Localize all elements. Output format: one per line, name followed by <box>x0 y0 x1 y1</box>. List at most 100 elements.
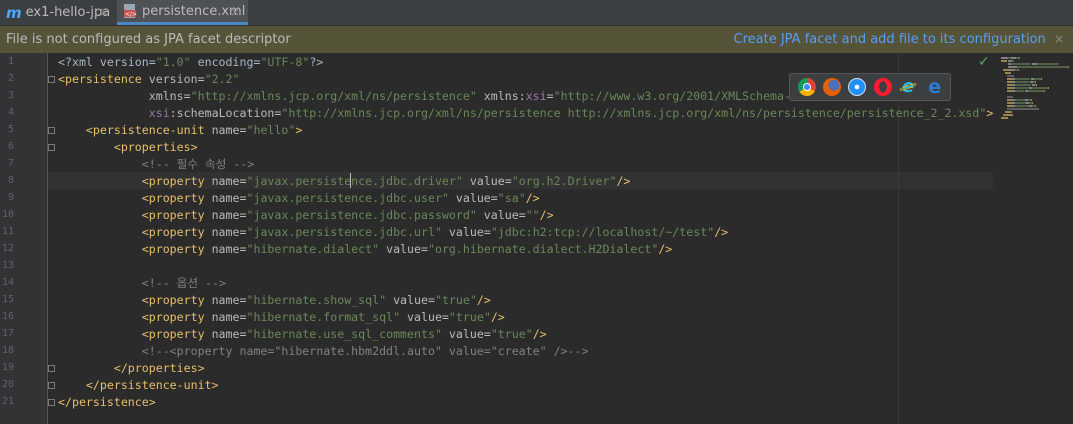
code-line[interactable]: <!-- 옵션 --> <box>58 275 226 292</box>
code-line[interactable]: <property name="javax.persistence.jdbc.u… <box>58 190 540 207</box>
code-line[interactable]: <property name="javax.persistence.jdbc.u… <box>58 224 728 241</box>
create-jpa-facet-link[interactable]: Create JPA facet and add file to its con… <box>734 32 1046 47</box>
code-line[interactable]: xmlns="http://xmlns.jcp.org/xml/ns/persi… <box>58 88 854 105</box>
code-token: /> <box>714 225 729 239</box>
code-token: "hello" <box>246 123 296 137</box>
code-line[interactable]: <properties> <box>58 139 198 156</box>
minimap-stroke <box>1014 84 1031 86</box>
minimap-stroke <box>1003 69 1012 71</box>
minimap-stroke <box>1007 84 1012 86</box>
minimap-stroke <box>1018 69 1019 71</box>
minimap-stroke <box>1010 63 1031 65</box>
close-tab-icon[interactable]: × <box>99 5 109 19</box>
minimap-stroke <box>1007 105 1012 107</box>
code-line[interactable]: <property name="javax.persistence.jdbc.d… <box>58 173 631 190</box>
line-number: 9 <box>7 192 14 203</box>
code-line[interactable]: <!-- 필수 속성 --> <box>58 156 254 173</box>
line-number: 8 <box>7 175 14 186</box>
minimap-stroke <box>1014 102 1026 104</box>
fold-marker-icon[interactable] <box>48 76 55 83</box>
code-token: "http://xmlns.jcp.org/xml/ns/persistence… <box>190 89 477 103</box>
open-in-browser-popup: e e <box>789 73 951 101</box>
safari-icon[interactable] <box>848 78 867 96</box>
code-token: name= <box>204 225 247 239</box>
code-line[interactable]: <property name="hibernate.dialect" value… <box>58 241 673 258</box>
code-token: /> <box>539 208 554 222</box>
close-tab-icon[interactable]: × <box>230 5 240 19</box>
fold-marker-icon[interactable] <box>48 382 55 389</box>
code-token: "hibernate.dialect" <box>246 242 380 256</box>
line-number-gutter[interactable]: 1 2 3 4 5 6 7 8 9 10 11 12 13 14 15 16 17 18 19 20 21 <box>0 53 47 424</box>
minimap-stroke <box>1001 117 1008 119</box>
minimap-stroke <box>1007 90 1012 92</box>
line-number: 5 <box>7 124 14 135</box>
code-token: /> <box>532 327 547 341</box>
line-number: 2 <box>7 73 14 84</box>
code-editor[interactable]: 1 2 3 4 5 6 7 8 9 10 11 12 13 14 15 16 17 18 19 20 21 <?xml … <box>0 53 1073 424</box>
code-line[interactable]: <!--<property name="hibernate.hbm2ddl.au… <box>58 343 589 360</box>
firefox-icon[interactable] <box>822 78 841 96</box>
minimap-stroke <box>1005 111 1012 113</box>
minimap-stroke <box>1007 81 1012 83</box>
code-token: "UTF-8" <box>260 55 310 69</box>
code-line[interactable]: </properties> <box>58 360 205 377</box>
fold-marker-icon[interactable] <box>48 365 55 372</box>
code-line[interactable]: xsi:schemaLocation="http://xmlns.jcp.org… <box>58 105 994 122</box>
code-line[interactable]: <property name="hibernate.format_sql" va… <box>58 309 505 326</box>
code-line[interactable]: <?xml version="1.0" encoding="UTF-8"?> <box>58 54 323 71</box>
line-number: 20 <box>1 379 14 390</box>
code-line[interactable]: <persistence version="2.2" <box>58 71 240 88</box>
tab-persistence-xml[interactable]: </> persistence.xml × <box>117 0 248 25</box>
svg-text:</>: </> <box>125 11 137 18</box>
code-token: <property <box>58 310 205 324</box>
text-cursor <box>350 173 351 188</box>
code-token: "org.hibernate.dialect.H2Dialect" <box>427 242 659 256</box>
minimap-stroke <box>1035 84 1037 86</box>
code-token: <!-- 필수 속성 --> <box>58 157 255 171</box>
code-token: <property <box>58 293 205 307</box>
edge-icon[interactable]: e <box>924 78 942 97</box>
module-icon: m <box>6 3 22 22</box>
code-token: "hibernate.format_sql" <box>246 310 401 324</box>
code-line[interactable]: </persistence> <box>58 394 156 411</box>
opera-icon[interactable] <box>873 78 892 96</box>
code-token: <!--<property name="hibernate.hbm2ddl.au… <box>58 344 589 358</box>
minimap-stroke <box>1001 57 1008 59</box>
line-number: 10 <box>1 209 14 220</box>
line-number: 7 <box>7 158 14 169</box>
minimap-stroke <box>1014 99 1025 101</box>
line-number: 19 <box>1 362 14 373</box>
code-line[interactable]: </persistence-unit> <box>58 377 219 394</box>
code-token: "javax.persistence.jdbc.password" <box>246 208 477 222</box>
code-token: <property <box>58 327 205 341</box>
code-token: /> <box>525 191 540 205</box>
code-line[interactable]: <property name="javax.persistence.jdbc.p… <box>58 207 554 224</box>
code-token: name= <box>204 208 247 222</box>
minimap-stroke <box>1011 60 1014 62</box>
minimap-stroke <box>1019 57 1020 59</box>
tab-ex1-hello-jpa[interactable]: m ex1-hello-jpa × <box>0 0 117 25</box>
code-token: <!-- 옵션 --> <box>58 276 226 290</box>
fold-marker-icon[interactable] <box>48 144 55 151</box>
xml-file-icon: </> <box>124 4 137 18</box>
code-line[interactable]: <persistence-unit name="hello"> <box>58 122 302 139</box>
code-token: "true" <box>448 310 491 324</box>
code-minimap[interactable] <box>993 53 1073 424</box>
code-token: version= <box>141 72 205 86</box>
fold-marker-icon[interactable] <box>48 127 55 134</box>
chrome-icon[interactable] <box>797 78 816 96</box>
code-token: "true" <box>434 293 477 307</box>
code-token: "sa" <box>497 191 526 205</box>
close-notification-icon[interactable]: × <box>1054 32 1064 46</box>
inspection-ok-icon[interactable]: ✓ <box>978 54 990 70</box>
jpa-facet-notification: File is not configured as JPA facet desc… <box>0 26 1073 53</box>
code-token: value= <box>441 327 491 341</box>
code-line[interactable]: <property name="hibernate.show_sql" valu… <box>58 292 491 309</box>
minimap-stroke <box>1032 87 1048 89</box>
code-line[interactable]: <property name="hibernate.use_sql_commen… <box>58 326 547 343</box>
ie-icon[interactable]: e <box>898 78 918 96</box>
line-number: 21 <box>1 396 14 407</box>
code-token: "javax.persistence.jdbc.user" <box>246 191 449 205</box>
code-token: xsi <box>525 89 547 103</box>
fold-marker-icon[interactable] <box>48 399 55 406</box>
